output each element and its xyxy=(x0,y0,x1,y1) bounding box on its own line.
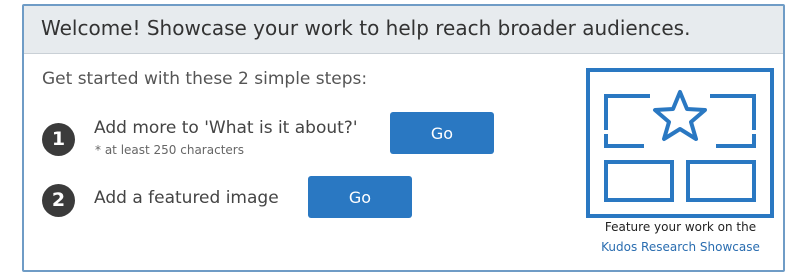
step-2-go-button[interactable]: Go xyxy=(308,176,412,218)
step-1-go-button[interactable]: Go xyxy=(390,112,494,154)
welcome-card: Welcome! Showcase your work to help reac… xyxy=(22,4,785,272)
step-1-number: 1 xyxy=(42,123,75,156)
card-header: Welcome! Showcase your work to help reac… xyxy=(24,6,783,54)
step-2-number: 2 xyxy=(42,184,75,217)
step-1-note: * at least 250 characters xyxy=(95,143,244,157)
step-1-label: Add more to 'What is it about?' xyxy=(94,118,358,138)
showcase-caption: Feature your work on the xyxy=(604,220,757,234)
showcase-star-icon xyxy=(586,68,774,218)
step-2-label: Add a featured image xyxy=(94,188,279,208)
steps-intro: Get started with these 2 simple steps: xyxy=(42,69,368,89)
showcase-link[interactable]: Kudos Research Showcase xyxy=(574,240,787,254)
card-title: Welcome! Showcase your work to help reac… xyxy=(41,16,691,40)
